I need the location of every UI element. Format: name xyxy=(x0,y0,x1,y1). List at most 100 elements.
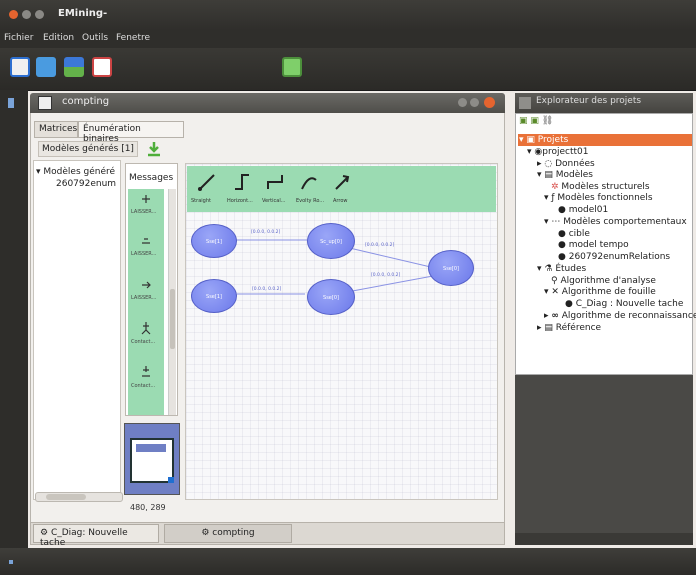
arrow-connector-icon[interactable] xyxy=(333,172,353,192)
image-icon[interactable] xyxy=(282,57,302,77)
diagram-node[interactable]: Sse[1] xyxy=(191,279,237,313)
vertical-connector-icon[interactable] xyxy=(265,172,285,192)
menu-bar: Fichier Edition Outils Fenetre xyxy=(0,30,696,48)
tree-item-project01[interactable]: ▾ ◉projectt01 xyxy=(527,147,588,157)
side-marker-icon xyxy=(8,98,14,108)
save-icon[interactable] xyxy=(64,57,84,77)
tree-label: projectt01 xyxy=(542,147,589,157)
tool-label-vertical: Vertical... xyxy=(262,198,286,204)
edge-label: [0.0.0, 0.0.2] xyxy=(252,287,282,292)
palette-item-2[interactable]: LAISSER... xyxy=(131,235,161,265)
tree-item-modeles-comportementaux[interactable]: ▾ ⋯ Modèles comportementaux xyxy=(544,217,687,227)
tree-item-modeles-structurels[interactable]: ✲ Modèles structurels xyxy=(551,182,650,192)
subtab-generated-models[interactable]: Modèles générés [1] xyxy=(38,141,138,157)
tree-item-modeles-generes[interactable]: ▾ Modèles généré xyxy=(36,167,115,177)
add-project-icon[interactable]: ▣ xyxy=(519,116,528,126)
tree-item-enum[interactable]: 260792enum xyxy=(56,179,116,189)
tree-label: Modèles comportementaux xyxy=(563,217,687,227)
left-side-strip xyxy=(0,90,28,548)
editor-maximize-button[interactable] xyxy=(470,98,479,107)
horizontal-connector-icon[interactable] xyxy=(232,172,252,192)
message-icon xyxy=(142,238,150,244)
minimap-handle[interactable] xyxy=(168,477,174,483)
diagram-tab-icon: ⚙ xyxy=(201,528,213,538)
tree-label: Algorithme de reconnaissance xyxy=(561,311,696,321)
tree-item-donnees[interactable]: ▸ ◌ Données xyxy=(537,159,595,169)
tab-matrices[interactable]: Matrices xyxy=(34,121,78,138)
arrow-message-icon xyxy=(142,281,151,289)
palette-item-4[interactable]: Contact... xyxy=(131,321,161,351)
title-bar: EMining- xyxy=(0,0,696,30)
straight-connector-icon[interactable] xyxy=(197,172,217,192)
tree-item-modeles-fonctionnels[interactable]: ▾ ƒ Modèles fonctionnels xyxy=(544,193,653,203)
explorer-title: Explorateur des projets xyxy=(536,96,642,106)
tree-item-algorithme-analyse[interactable]: ⚲ Algorithme d'analyse xyxy=(551,276,656,286)
editor-window-icon xyxy=(38,96,52,110)
tree-label: model tempo xyxy=(568,240,629,250)
tree-item-enum-relations[interactable]: ● 260792enumRelations xyxy=(558,252,670,262)
palette-scrollbar[interactable] xyxy=(168,189,176,415)
tree-item-model01[interactable]: ● model01 xyxy=(558,205,608,215)
subtab-label: Modèles générés [1] xyxy=(42,144,134,154)
menu-edition[interactable]: Edition xyxy=(43,33,74,43)
tree-label: Algorithme d'analyse xyxy=(560,276,656,286)
diagram-node[interactable]: Sc_up[0] xyxy=(307,223,355,259)
menu-outils[interactable]: Outils xyxy=(82,33,108,43)
curved-connector-icon[interactable] xyxy=(299,172,319,192)
tab-c-diag-nouvelle-tache[interactable]: ⚙ C_Diag: Nouvelle tache xyxy=(33,524,159,548)
message-icon xyxy=(142,195,150,203)
tree-item-cible[interactable]: ● cible xyxy=(558,229,590,239)
add-model-icon[interactable]: ▣ xyxy=(530,116,539,126)
open-folder-icon[interactable] xyxy=(36,57,56,77)
minimap-viewport[interactable] xyxy=(130,438,174,483)
diagram-tab-icon: ⚙ xyxy=(40,528,51,538)
tool-label-curved: Evolty Ro... xyxy=(296,198,325,204)
tree-item-modeles[interactable]: ▾ ▤ Modèles xyxy=(537,170,593,180)
tree-item-projets[interactable]: ▾ ▣ Projets xyxy=(519,135,568,145)
minimap-content xyxy=(136,444,166,452)
palette-scroll-thumb[interactable] xyxy=(170,289,175,349)
diagram-node[interactable]: Sse[1] xyxy=(191,224,237,258)
menu-fichier[interactable]: Fichier xyxy=(4,33,33,43)
close-window-button[interactable] xyxy=(9,10,18,19)
scroll-thumb[interactable] xyxy=(46,494,86,500)
tree-item-etudes[interactable]: ▾ ⚗ Études xyxy=(537,264,586,274)
tool-label-arrow: Arrow xyxy=(333,198,348,204)
main-toolbar xyxy=(0,48,696,128)
tree-item-reference[interactable]: ▸ ▤ Référence xyxy=(537,323,601,333)
tree-label: model01 xyxy=(568,205,609,215)
palette-item-label: Contact... xyxy=(131,383,156,389)
tree-label: Modèles xyxy=(555,170,593,180)
tree-item-algorithme-reconnaissance[interactable]: ▸ ∞ Algorithme de reconnaissance xyxy=(544,311,696,321)
diagram-node[interactable]: Sse[0] xyxy=(307,279,355,315)
download-icon[interactable] xyxy=(146,141,162,157)
link-icon[interactable]: ⛓ xyxy=(542,116,553,126)
editor-minimize-button[interactable] xyxy=(458,98,467,107)
new-file-icon[interactable] xyxy=(10,57,30,77)
palette-item-3[interactable]: LAISSER... xyxy=(131,279,161,309)
menu-fenetre[interactable]: Fenetre xyxy=(116,33,150,43)
tree-item-algorithme-fouille[interactable]: ▾ ✕ Algorithme de fouille xyxy=(544,287,656,297)
palette-title: Messages xyxy=(129,173,174,183)
diagram-node[interactable]: Sse[0] xyxy=(428,250,474,286)
save-all-icon[interactable] xyxy=(92,57,112,77)
tree-label: C_Diag : Nouvelle tache xyxy=(575,299,684,309)
edge-label: [0.0.0, 0.0.2] xyxy=(371,273,401,278)
editor-close-button[interactable] xyxy=(484,97,495,108)
minimize-window-button[interactable] xyxy=(22,10,31,19)
tree-item-c-diag[interactable]: ● C_Diag : Nouvelle tache xyxy=(565,299,683,309)
tab-enumeration-binaires[interactable]: Énumération binaires xyxy=(78,121,184,144)
connector-toolbar xyxy=(187,166,496,212)
maximize-window-button[interactable] xyxy=(35,10,44,19)
tree-horizontal-scrollbar[interactable] xyxy=(35,492,123,502)
editor-title: compting xyxy=(62,96,110,107)
tab-compting[interactable]: ⚙ compting xyxy=(164,524,292,543)
models-tree-pane: ▾ Modèles généré 260792enum xyxy=(33,160,121,500)
tool-label-straight: Straight xyxy=(191,198,211,204)
palette-item-1[interactable]: LAISSER... xyxy=(131,193,161,223)
tree-item-model-tempo[interactable]: ● model tempo xyxy=(558,240,629,250)
palette-item-5[interactable]: Contact... xyxy=(131,365,161,395)
tab-label: compting xyxy=(212,528,255,538)
tree-label: Projets xyxy=(537,135,569,145)
palette-item-label: LAISSER... xyxy=(131,251,157,257)
